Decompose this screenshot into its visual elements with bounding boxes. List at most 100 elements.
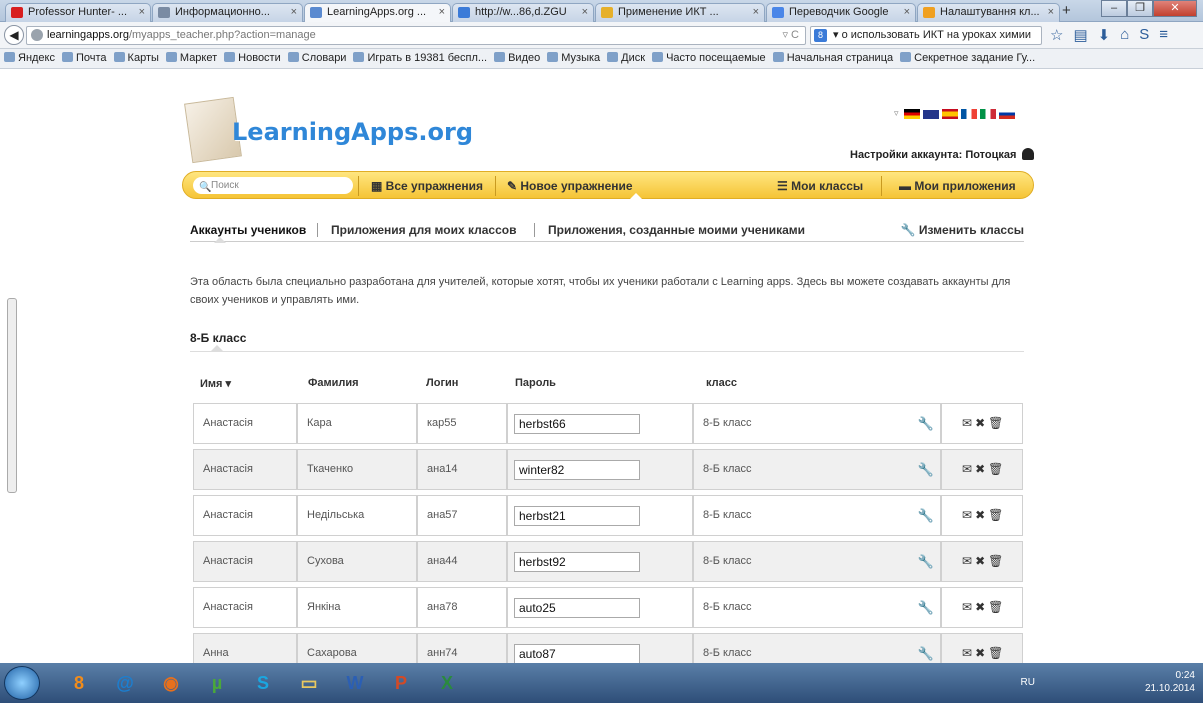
language-dropdown-icon[interactable]: ▿ [894,108,899,119]
trash-icon[interactable]: 🗑 [988,462,1006,476]
site-identity-icon[interactable] [31,29,43,41]
flag-es-icon[interactable] [941,108,958,119]
password-field[interactable]: auto25 [514,598,640,618]
edit-student-icon[interactable]: 🔧 [918,496,934,535]
firefox-icon[interactable]: ◉ [150,667,192,699]
trash-icon[interactable]: 🗑 [988,600,1006,614]
start-button[interactable] [4,666,40,700]
close-window-button[interactable]: ✕ [1153,0,1197,17]
edit-student-icon[interactable]: 🔧 [918,542,934,581]
skype-icon[interactable]: S [242,667,284,699]
bookmarks-menu-icon[interactable]: ▤ [1073,26,1087,44]
mail-icon[interactable]: ✉ [962,416,975,430]
trash-icon[interactable]: 🗑 [988,508,1006,522]
word-icon[interactable]: W [334,667,376,699]
explorer-icon[interactable]: ▭ [288,667,330,699]
menu-new-exercise[interactable]: ✎ Новое упражнение [507,179,633,193]
password-field[interactable]: auto87 [514,644,640,663]
tab-class-apps[interactable]: Приложения для моих классов [331,223,516,237]
tab-close-icon[interactable]: × [904,4,910,21]
bookmark-item[interactable]: Играть в 19381 беспл... [353,52,487,64]
reload-icon[interactable]: ▿ C [782,27,799,44]
remove-icon[interactable]: ✖ [975,554,988,568]
edit-student-icon[interactable]: 🔧 [918,404,934,443]
skype-ext-icon[interactable]: S [1139,26,1149,44]
bookmark-item[interactable]: Почта [62,52,107,64]
sidebar-grip[interactable] [7,298,17,493]
tab-student-accounts[interactable]: Аккаунты учеников [190,223,306,237]
mail-icon[interactable]: ✉ [962,646,975,660]
remove-icon[interactable]: ✖ [975,646,988,660]
ok-icon[interactable]: 8 [58,667,100,699]
google-icon[interactable]: 8 [814,29,827,42]
remove-icon[interactable]: ✖ [975,508,988,522]
powerpoint-icon[interactable]: P [380,667,422,699]
mail-icon[interactable]: ✉ [962,600,975,614]
back-button[interactable]: ◀ [4,25,24,45]
password-field[interactable]: winter82 [514,460,640,480]
tab-close-icon[interactable]: × [753,4,759,21]
password-field[interactable]: herbst66 [514,414,640,434]
menu-icon[interactable]: ≡ [1159,26,1168,44]
minimize-button[interactable]: – [1101,0,1127,17]
bookmark-item[interactable]: Словари [287,52,346,64]
tab-close-icon[interactable]: × [439,4,445,21]
site-search-input[interactable]: 🔍 Поиск [193,177,353,194]
site-logo[interactable]: LearningApps.org [232,118,473,146]
bookmark-item[interactable]: Музыка [547,52,600,64]
tab-close-icon[interactable]: × [582,4,588,21]
browser-tab[interactable]: LearningApps.org ... × [304,3,451,22]
maximize-button[interactable]: ❐ [1127,0,1153,17]
flag-de-icon[interactable] [903,108,920,119]
tab-close-icon[interactable]: × [139,4,145,21]
browser-tab[interactable]: Налаштування кл... × [917,3,1060,22]
edit-student-icon[interactable]: 🔧 [918,450,934,489]
password-field[interactable]: herbst21 [514,506,640,526]
bookmark-item[interactable]: Яндекс [4,52,55,64]
bookmark-item[interactable]: Видео [494,52,540,64]
address-bar[interactable]: learningapps.org/myapps_teacher.php?acti… [26,26,806,45]
flag-it-icon[interactable] [979,108,996,119]
menu-my-apps[interactable]: ▬ Мои приложения [899,179,1016,193]
edit-classes-link[interactable]: 🔧 Изменить классы [901,223,1024,237]
mail-icon[interactable]: ✉ [962,508,975,522]
bookmark-item[interactable]: Начальная страница [772,52,893,64]
flag-ru-icon[interactable] [998,108,1015,119]
menu-my-classes[interactable]: ☰ Мои классы [777,179,863,193]
bookmark-item[interactable]: Диск [607,52,645,64]
mail-icon[interactable]: ✉ [962,554,975,568]
edit-student-icon[interactable]: 🔧 [918,588,934,627]
mail-icon[interactable]: ✉ [962,462,975,476]
remove-icon[interactable]: ✖ [975,462,988,476]
trash-icon[interactable]: 🗑 [988,646,1006,660]
new-tab-button[interactable]: + [1062,2,1071,19]
flag-uk-icon[interactable] [922,108,939,119]
browser-tab[interactable]: http://w...86,d.ZGU × [452,3,594,22]
menu-all-exercises[interactable]: ▦ Все упражнения [371,179,483,193]
tab-close-icon[interactable]: × [1048,4,1054,21]
remove-icon[interactable]: ✖ [975,416,988,430]
browser-tab[interactable]: Информационно... × [152,3,303,22]
search-input[interactable]: 8 ▾ о использовать ИКТ на уроках химии [810,26,1042,45]
tab-student-apps[interactable]: Приложения, созданные моими учениками [548,223,805,237]
bookmark-item[interactable]: Маркет [165,52,217,64]
tab-close-icon[interactable]: × [291,4,297,21]
bookmark-star-icon[interactable]: ☆ [1050,26,1063,44]
mail-at-icon[interactable]: @ [104,667,146,699]
bookmark-item[interactable]: Карты [113,52,159,64]
trash-icon[interactable]: 🗑 [988,416,1006,430]
edit-student-icon[interactable]: 🔧 [918,634,934,663]
browser-tab[interactable]: Переводчик Google × [766,3,916,22]
browser-tab[interactable]: Применение ИКТ ... × [595,3,765,22]
account-settings-link[interactable]: Настройки аккаунта: Потоцкая [850,148,1035,161]
bookmark-item[interactable]: Часто посещаемые [652,52,766,64]
excel-icon[interactable]: X [426,667,468,699]
password-field[interactable]: herbst92 [514,552,640,572]
trash-icon[interactable]: 🗑 [988,554,1006,568]
downloads-icon[interactable]: ⬇ [1098,26,1111,44]
home-icon[interactable]: ⌂ [1120,26,1129,44]
clock[interactable]: 0:24 21.10.2014 [1145,669,1195,695]
browser-tab[interactable]: Professor Hunter- ... × [5,3,151,22]
utorrent-icon[interactable]: µ [196,667,238,699]
bookmark-item[interactable]: Новости [224,52,281,64]
